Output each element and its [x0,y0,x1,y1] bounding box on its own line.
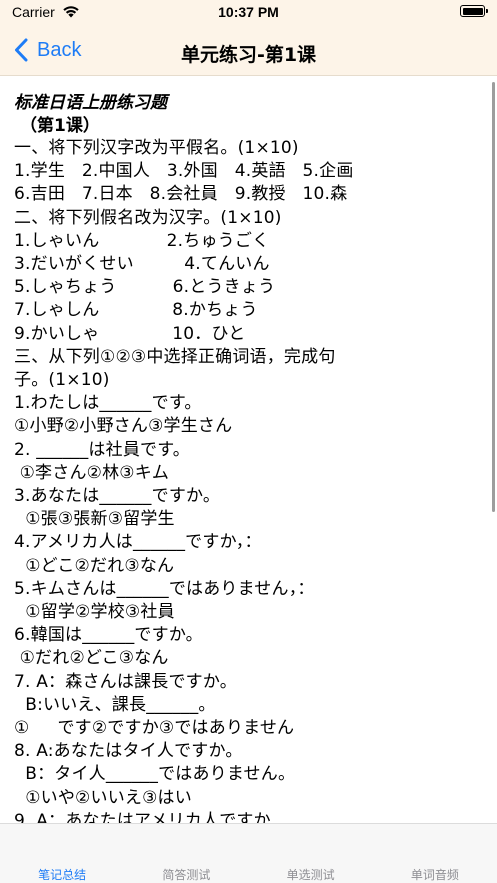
document-line: 3.あなたは______ですか。 [14,486,221,507]
document-line: 3.だいがくせい 4.てんいん [14,254,270,275]
document-line: 9. A：あなたはアメリカ人ですか [14,810,271,823]
document-line: ①張③張新③留学生 [14,509,175,530]
tab-short-answer-test[interactable]: 简答测试 [124,824,248,883]
status-bar: Carrier 10:37 PM [0,0,497,28]
document-line: 二、将下列假名改为汉字。(1×10) [14,207,282,228]
document-line: 7.しゃしん 8.かちょう [14,300,258,321]
document-line: ①小野②小野さん③学生さん [14,416,233,437]
document-line: 5.キムさんは______ではありません，： [14,578,315,599]
document-line: ①いや②いいえ③はい [14,787,192,808]
document-title: 标准日语上册练习题 [14,93,167,113]
tab-notes-summary[interactable]: 笔记总结 [0,824,124,883]
document-line: 8. A:あなたはタイ人ですか。 [14,741,243,762]
document-line: 子。(1×10) [14,370,110,391]
navigation-bar: Back 单元练习-第1课 [0,28,497,76]
tab-bar: 笔记总结 简答测试 单选测试 单词音频 [0,823,497,883]
document-line: ①だれ②どこ③なん [14,648,169,669]
document-line: ①留学②学校③社員 [14,602,175,623]
document-line: 2. ______は社員です。 [14,439,190,460]
document-line: ①どこ②だれ③なん [14,555,175,576]
document-line: 三、从下列①②③中选择正确词语，完成句 [14,346,336,367]
document-line: 9.かいしゃ 10．ひと [14,323,246,344]
document-line: 4.アメリカ人は______ですか，： [14,532,262,553]
document-line: 1.しゃいん 2.ちゅうごく [14,230,270,251]
document-line: ① です②ですか③ではありません [14,718,295,739]
document-view[interactable]: 标准日语上册练习题 （第1课） 一、将下列汉字改为平假名。(1×10) 1.学生 … [0,77,497,823]
tab-vocabulary-audio[interactable]: 单词音频 [373,824,497,883]
document-line: 1.学生 2.中国人 3.外国 4.英語 5.企画 [14,161,354,182]
scroll-indicator[interactable] [492,82,495,512]
document-body: 一、将下列汉字改为平假名。(1×10) 1.学生 2.中国人 3.外国 4.英語 … [14,137,483,823]
document-line: 7. A：森さんは課長ですか。 [14,671,237,692]
document-line: ①李さん②林③キム [14,462,170,483]
page-title: 单元练习-第1课 [180,44,317,66]
tab-single-choice-test[interactable]: 单选测试 [249,824,373,883]
document-line: B：タイ人______ではありません。 [14,764,296,785]
document-line: 5.しゃちょう 6.とうきょう [14,277,276,298]
lesson-title: （第1课） [20,116,100,136]
battery-icon [460,5,488,17]
document-line: B:いいえ、課長______。 [14,694,216,715]
document-line: 1.わたしは______です。 [14,393,202,414]
document-line: 6.韓国は______ですか。 [14,625,203,646]
document-line: 一、将下列汉字改为平假名。(1×10) [14,138,299,158]
document-line: 6.吉田 7.日本 8.会社員 9.教授 10.森 [14,184,348,205]
status-time: 10:37 PM [218,4,279,20]
